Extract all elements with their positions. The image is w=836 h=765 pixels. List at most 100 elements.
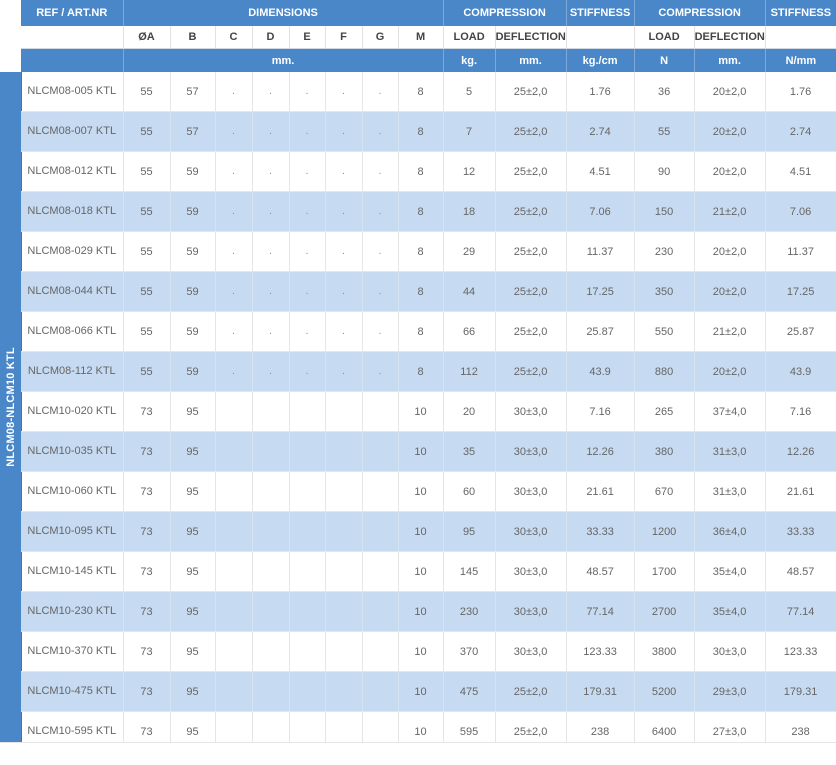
cell-load-n: 5200 [634,671,695,712]
table-row: NLCM10-370 KTL 73 95 10 370 30±3,0 123.33 3800 3… [21,631,836,672]
table-row: NLCM10-095 KTL 73 95 10 95 30±3,0 33.33 1200 36±… [21,511,836,552]
cell-f: . [325,191,363,232]
cell-stiffness-nmm: 4.51 [765,151,836,192]
cell-load-kg: 29 [443,231,496,272]
cell-d [252,631,290,672]
cell-g [362,671,399,712]
cell-stiffness-kgcm: 43.9 [566,351,635,392]
cell-b: 95 [170,631,216,672]
cell-stiffness-kgcm: 7.06 [566,191,635,232]
cell-g: . [362,72,399,112]
unit-stiffness-nmm: N/mm [765,48,836,72]
cell-stiffness-kgcm: 2.74 [566,111,635,152]
cell-m: 10 [398,631,444,672]
cell-stiffness-nmm: 43.9 [765,351,836,392]
cell-g [362,511,399,552]
cell-f [325,511,363,552]
cell-b: 95 [170,431,216,472]
cell-e [289,391,326,432]
cell-g [362,631,399,672]
cell-m: 10 [398,551,444,592]
cell-deflection-2: 35±4,0 [694,551,766,592]
cell-load-n: 1700 [634,551,695,592]
cell-m: 8 [398,311,444,352]
cell-deflection-2: 20±2,0 [694,351,766,392]
cell-load-kg: 12 [443,151,496,192]
cell-m: 8 [398,191,444,232]
header-col-blank [21,26,124,49]
cell-stiffness-nmm: 7.16 [765,391,836,432]
cell-g [362,471,399,512]
cell-a: 55 [123,151,171,192]
header-col-g: G [362,26,399,49]
cell-a: 73 [123,591,171,632]
cell-a: 55 [123,111,171,152]
cell-stiffness-kgcm: 7.16 [566,391,635,432]
cell-f: . [325,111,363,152]
cell-stiffness-kgcm: 48.57 [566,551,635,592]
cell-c [215,671,253,712]
cell-load-n: 880 [634,351,695,392]
cell-c [215,551,253,592]
cell-c: . [215,351,253,392]
table-row: NLCM10-475 KTL 73 95 10 475 25±2,0 179.31 5200 2… [21,671,836,712]
cell-f: . [325,151,363,192]
cell-ref: NLCM08-012 KTL [21,151,124,192]
cell-deflection-1: 25±2,0 [495,72,567,112]
cell-m: 10 [398,431,444,472]
header-col-d: D [252,26,290,49]
cell-load-kg: 20 [443,391,496,432]
cell-e [289,591,326,632]
cell-c [215,431,253,472]
series-side-label-bar: NLCM08-NLCM10 KTL [0,72,22,742]
cell-stiffness-kgcm: 21.61 [566,471,635,512]
cell-load-kg: 230 [443,591,496,632]
cell-deflection-2: 37±4,0 [694,391,766,432]
cell-e [289,671,326,712]
cell-d [252,471,290,512]
cell-ref: NLCM10-475 KTL [21,671,124,712]
header-col-deflection-1: DEFLECTION [495,26,567,49]
cell-stiffness-nmm: 1.76 [765,72,836,112]
cell-stiffness-nmm: 11.37 [765,231,836,272]
cell-f [325,671,363,712]
cell-load-n: 380 [634,431,695,472]
cell-ref: NLCM08-018 KTL [21,191,124,232]
cell-stiffness-nmm: 25.87 [765,311,836,352]
cell-load-kg: 145 [443,551,496,592]
cell-load-n: 350 [634,271,695,312]
cell-d: . [252,271,290,312]
cell-d: . [252,191,290,232]
cell-f: . [325,311,363,352]
unit-load-n: N [634,48,695,72]
cell-m: 10 [398,591,444,632]
cell-f [325,431,363,472]
cell-ref: NLCM08-112 KTL [21,351,124,392]
cell-g [362,431,399,472]
cell-m: 10 [398,471,444,512]
cell-c: . [215,271,253,312]
unit-deflection-1: mm. [495,48,567,72]
header-col-stiffness-1 [566,26,635,49]
cell-ref: NLCM10-230 KTL [21,591,124,632]
cell-e: . [289,311,326,352]
cell-m: 10 [398,391,444,432]
header-compression-kg: COMPRESSION [443,0,567,26]
cell-e: . [289,111,326,152]
cell-ref: NLCM10-020 KTL [21,391,124,432]
cell-ref: NLCM08-044 KTL [21,271,124,312]
cell-load-n: 230 [634,231,695,272]
cell-stiffness-nmm: 17.25 [765,271,836,312]
cell-load-n: 265 [634,391,695,432]
header-col-f: F [325,26,363,49]
cell-d: . [252,311,290,352]
cell-stiffness-kgcm: 33.33 [566,511,635,552]
cell-c [215,471,253,512]
cell-d: . [252,72,290,112]
cell-stiffness-kgcm: 77.14 [566,591,635,632]
cell-stiffness-kgcm: 4.51 [566,151,635,192]
cell-c [215,391,253,432]
cell-load-n: 670 [634,471,695,512]
cell-ref: NLCM10-370 KTL [21,631,124,672]
cell-m: 8 [398,271,444,312]
